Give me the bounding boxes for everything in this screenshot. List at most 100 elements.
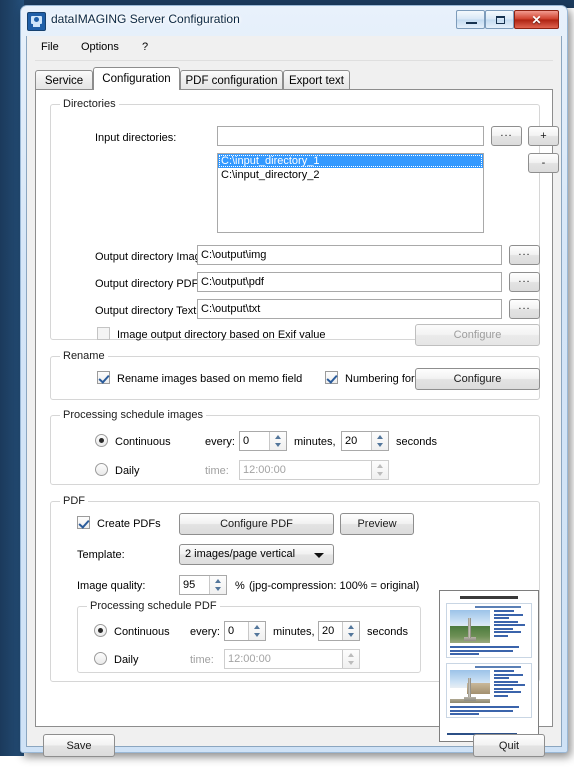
list-item[interactable]: C:\input_directory_2	[218, 168, 483, 182]
list-item[interactable]: C:\input_directory_1	[218, 154, 483, 168]
tab-pdf-configuration[interactable]: PDF configuration	[180, 70, 283, 90]
schedule-images-continuous-radio[interactable]	[95, 434, 108, 447]
pdf-preview-photo	[450, 670, 490, 703]
ellipsis-icon: ...	[500, 127, 513, 139]
schedule-pdf-every-label: every:	[190, 626, 220, 638]
output-text-label: Output directory Text:	[95, 305, 200, 317]
output-pdf-label: Output directory PDF:	[95, 278, 202, 290]
tab-panel-configuration: Directories Input directories: ... + C:\…	[35, 89, 559, 742]
schedule-pdf-group-label: Processing schedule PDF	[87, 600, 220, 612]
output-pdf-field[interactable]	[197, 272, 502, 292]
spinner-up-icon[interactable]	[372, 461, 388, 470]
schedule-images-minutes-value: 0	[243, 435, 250, 447]
schedule-images-time-spinner[interactable]: 12:00:00	[239, 460, 389, 480]
menu-item-file[interactable]: File	[35, 41, 65, 56]
output-text-field[interactable]	[197, 299, 502, 319]
input-directories-list[interactable]: C:\input_directory_1 C:\input_directory_…	[217, 153, 484, 233]
spinner-arrows[interactable]	[371, 461, 388, 479]
spinner-arrows[interactable]	[371, 432, 388, 450]
schedule-pdf-time-value: 12:00:00	[228, 653, 271, 665]
close-icon: ✕	[531, 12, 542, 27]
image-quality-label: Image quality:	[77, 580, 146, 592]
tab-configuration[interactable]: Configuration	[93, 67, 180, 90]
spinner-arrows[interactable]	[342, 650, 359, 668]
title-bar[interactable]: dataIMAGING Server Configuration ✕	[21, 6, 567, 36]
spinner-down-icon[interactable]	[249, 631, 265, 640]
pdf-group: PDF Create PDFs Configure PDF Preview Te…	[50, 495, 540, 742]
browse-output-images-button[interactable]: ...	[509, 245, 540, 265]
maximize-icon	[496, 16, 505, 24]
menu-separator	[35, 60, 553, 61]
spinner-down-icon[interactable]	[372, 470, 388, 479]
spinner-up-icon[interactable]	[372, 432, 388, 441]
pdf-preview-thumbnail[interactable]	[439, 590, 539, 742]
menu-item-help[interactable]: ?	[136, 41, 154, 56]
template-selected-value: 2 images/page vertical	[185, 548, 296, 560]
browse-output-pdf-button[interactable]: ...	[509, 272, 540, 292]
rename-memo-checkbox[interactable]	[97, 371, 110, 384]
preview-pdf-button[interactable]: Preview	[340, 513, 414, 535]
spinner-down-icon[interactable]	[270, 441, 286, 450]
schedule-pdf-continuous-radio[interactable]	[94, 624, 107, 637]
quit-button[interactable]: Quit	[473, 734, 545, 757]
save-button[interactable]: Save	[43, 734, 115, 757]
schedule-images-time-value: 12:00:00	[243, 464, 286, 476]
pdf-preview-caption	[450, 706, 522, 717]
spinner-down-icon[interactable]	[343, 631, 359, 640]
input-directories-label: Input directories:	[95, 132, 177, 144]
ellipsis-icon: ...	[518, 300, 531, 312]
spinner-up-icon[interactable]	[270, 432, 286, 441]
spinner-arrows[interactable]	[342, 622, 359, 640]
spinner-up-icon[interactable]	[343, 650, 359, 659]
browse-output-text-button[interactable]: ...	[509, 299, 540, 319]
ellipsis-icon: ...	[518, 273, 531, 285]
spinner-up-icon[interactable]	[343, 622, 359, 631]
tab-service[interactable]: Service	[35, 70, 93, 90]
maximize-button[interactable]	[485, 10, 514, 29]
output-images-field[interactable]	[197, 245, 502, 265]
schedule-pdf-time-spinner[interactable]: 12:00:00	[224, 649, 360, 669]
numbering-all-checkbox[interactable]	[325, 371, 338, 384]
exif-configure-button[interactable]: Configure	[415, 324, 540, 346]
spinner-up-icon[interactable]	[210, 576, 226, 585]
schedule-images-daily-radio[interactable]	[95, 463, 108, 476]
schedule-pdf-time-label: time:	[190, 654, 214, 666]
client-area: File Options ? Service Configuration PDF…	[26, 36, 562, 757]
schedule-images-time-label: time:	[205, 465, 229, 477]
schedule-pdf-seconds-spinner[interactable]: 20	[318, 621, 360, 641]
remove-directory-button[interactable]: -	[528, 153, 559, 173]
schedule-pdf-daily-radio[interactable]	[94, 652, 107, 665]
spinner-arrows[interactable]	[209, 576, 226, 594]
camera-monitor-icon	[27, 12, 46, 31]
schedule-pdf-minutes-spinner[interactable]: 0	[224, 621, 266, 641]
template-select[interactable]: 2 images/page vertical	[179, 544, 334, 565]
spinner-down-icon[interactable]	[210, 585, 226, 594]
spinner-arrows[interactable]	[248, 622, 265, 640]
create-pdfs-checkbox[interactable]	[77, 516, 90, 529]
menu-item-options[interactable]: Options	[75, 41, 125, 56]
schedule-pdf-seconds-value: 20	[322, 625, 335, 637]
browse-input-directory-button[interactable]: ...	[491, 126, 522, 146]
pdf-preview-block	[446, 603, 532, 658]
spinner-down-icon[interactable]	[343, 659, 359, 668]
spinner-arrows[interactable]	[269, 432, 286, 450]
minimize-button[interactable]	[456, 10, 485, 29]
configure-pdf-button[interactable]: Configure PDF	[179, 513, 334, 535]
input-directory-field[interactable]	[217, 126, 484, 146]
tab-export-text[interactable]: Export text	[283, 70, 350, 90]
window-title: dataIMAGING Server Configuration	[51, 12, 240, 26]
schedule-images-minutes-spinner[interactable]: 0	[239, 431, 287, 451]
desktop-backdrop: dataIMAGING Server Configuration ✕ File …	[0, 0, 574, 771]
spinner-down-icon[interactable]	[372, 441, 388, 450]
schedule-pdf-seconds-label: seconds	[367, 626, 408, 638]
image-quality-spinner[interactable]: 95	[179, 575, 227, 595]
schedule-images-seconds-spinner[interactable]: 20	[341, 431, 389, 451]
exif-directory-checkbox[interactable]	[97, 327, 110, 340]
schedule-pdf-group: Processing schedule PDF Continuous every…	[77, 600, 421, 673]
add-directory-button[interactable]: +	[528, 126, 559, 146]
pdf-preview-metadata	[494, 670, 528, 698]
rename-configure-button[interactable]: Configure	[415, 368, 540, 390]
spinner-up-icon[interactable]	[249, 622, 265, 631]
image-quality-unit: %	[235, 580, 245, 592]
close-button[interactable]: ✕	[514, 10, 559, 29]
